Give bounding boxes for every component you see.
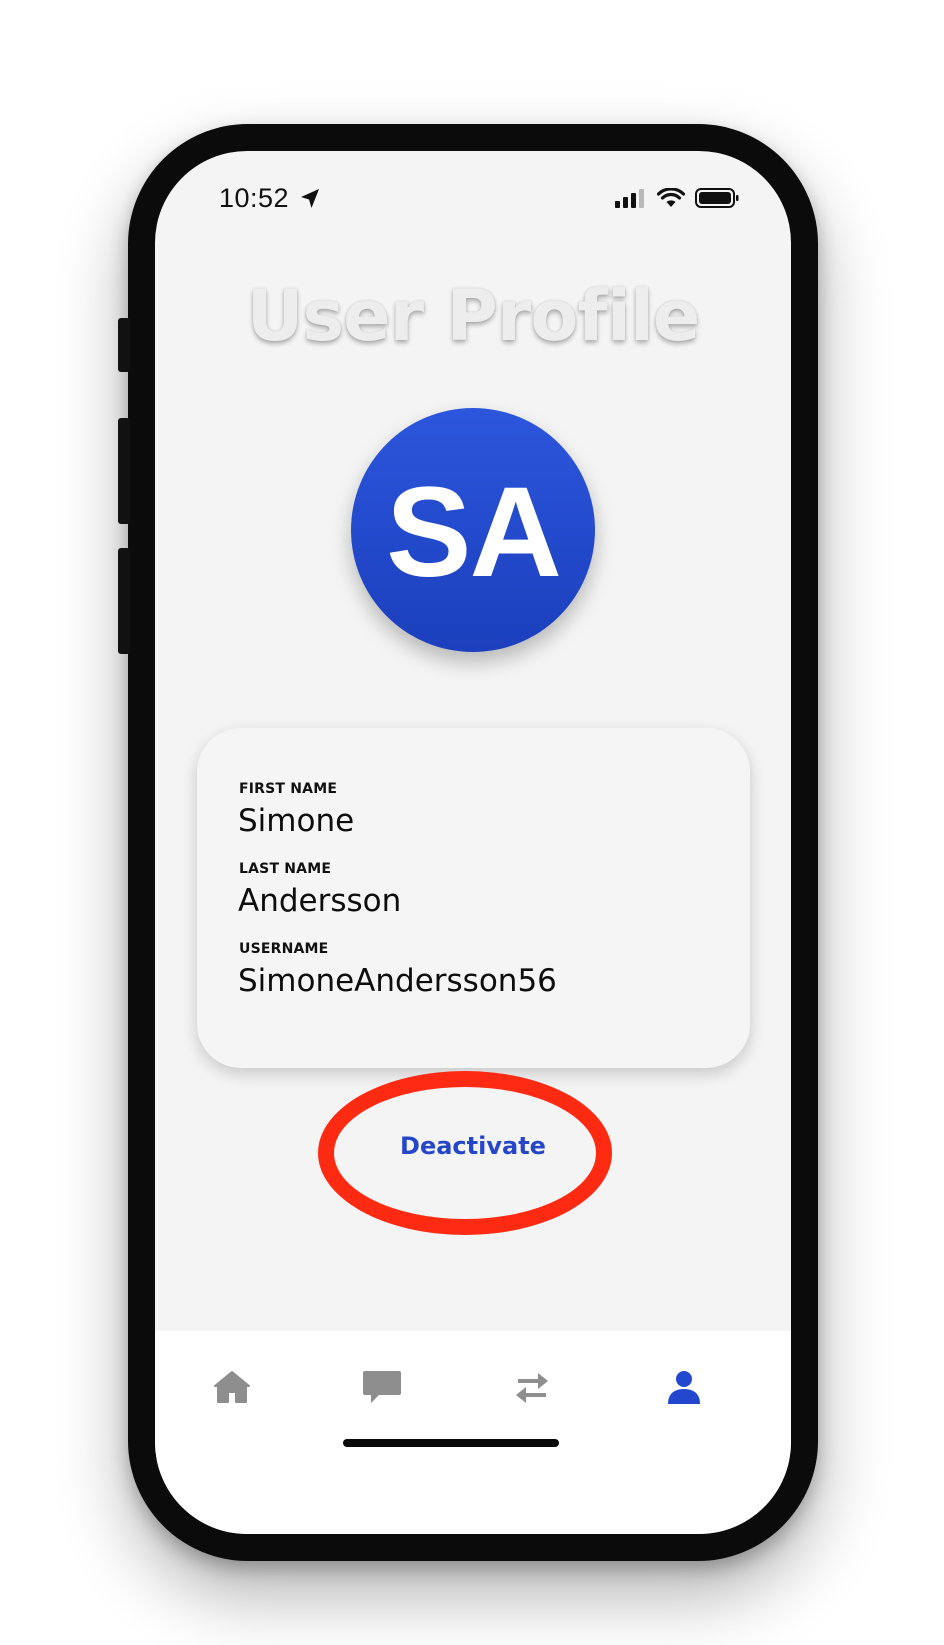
- first-name-label: FIRST NAME: [239, 781, 338, 797]
- last-name-label: LAST NAME: [239, 861, 332, 877]
- home-indicator: [343, 1439, 559, 1447]
- tab-home[interactable]: [208, 1363, 256, 1411]
- volume-up-button: [118, 418, 130, 524]
- volume-down-button: [118, 548, 130, 654]
- chat-bubble-icon: [363, 1371, 401, 1403]
- cellular-signal-icon: [615, 189, 644, 208]
- username-value: SimoneAndersson56: [238, 963, 557, 999]
- profile-info-card: FIRST NAME Simone LAST NAME Andersson US…: [197, 728, 750, 1068]
- mockup-stage: 10:52 User Profile SA FIRST NAME Simone …: [0, 0, 944, 1645]
- page-title: User Profile: [246, 275, 701, 357]
- battery-icon: [695, 188, 739, 208]
- tab-messages[interactable]: [358, 1363, 406, 1411]
- tab-transfers[interactable]: [508, 1363, 556, 1411]
- phone-screen: 10:52 User Profile SA FIRST NAME Simone …: [155, 151, 791, 1534]
- user-profile-icon: [668, 1371, 700, 1404]
- avatar: SA: [351, 408, 595, 652]
- location-arrow-icon: [301, 189, 319, 208]
- last-name-value: Andersson: [238, 883, 402, 919]
- avatar-initials: SA: [386, 460, 562, 604]
- deactivate-button[interactable]: Deactivate: [323, 1116, 623, 1176]
- silent-switch: [118, 318, 130, 372]
- username-label: USERNAME: [239, 941, 329, 957]
- home-icon: [214, 1371, 250, 1403]
- wifi-icon: [657, 188, 685, 207]
- status-time: 10:52: [219, 183, 290, 213]
- tab-bar: [155, 1331, 791, 1534]
- status-icons: [615, 188, 739, 208]
- transfer-arrows-icon: [516, 1373, 548, 1403]
- first-name-value: Simone: [238, 803, 355, 839]
- tab-profile[interactable]: [660, 1363, 708, 1411]
